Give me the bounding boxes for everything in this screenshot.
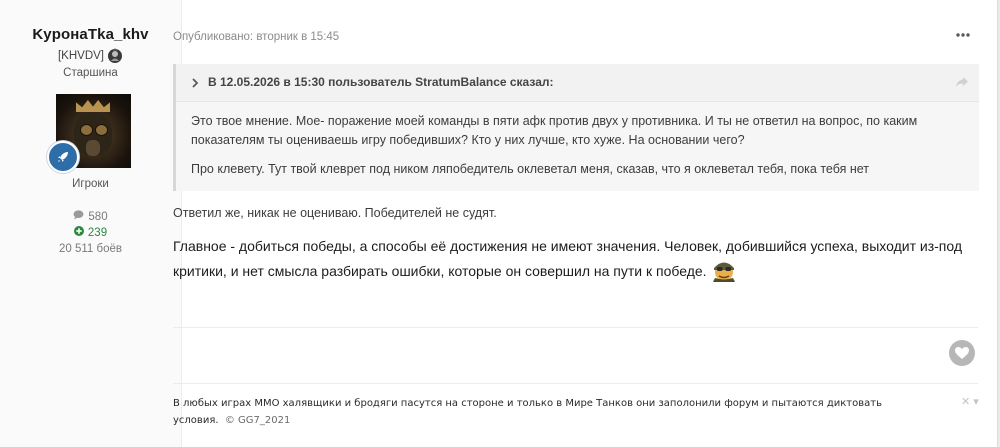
quote-block: В 12.05.2026 в 15:30 пользователь Stratu…	[173, 64, 979, 191]
signature-divider	[173, 383, 978, 384]
battles-count: 20 511 боёв	[58, 243, 122, 255]
share-icon[interactable]	[954, 74, 970, 90]
post-date[interactable]: Опубликовано: вторник в 15:45	[173, 31, 339, 43]
clan-tag[interactable]: [KHVDV]	[58, 50, 104, 62]
reputation: 239	[0, 226, 181, 239]
signature-author: © GG7_2021	[224, 415, 291, 426]
heart-icon[interactable]	[949, 340, 975, 366]
chevron-right-icon[interactable]	[190, 76, 200, 88]
ellipsis-icon[interactable]	[953, 27, 973, 43]
author-rank: Старшина	[63, 67, 118, 79]
tanker-emoji-icon	[711, 258, 737, 282]
forum-post: KypoнaTka_khv [KHVDV] Старшина Игроки 58…	[0, 0, 998, 447]
quote-header: В 12.05.2026 в 15:30 пользователь Stratu…	[176, 64, 979, 102]
signature-close-icon[interactable]: ✕ ▾	[961, 395, 979, 408]
post-divider	[173, 327, 978, 328]
author-group: Игроки	[72, 178, 109, 190]
reputation-value: 239	[87, 226, 108, 239]
quote-paragraph: Это твое мнение. Мое- поражение моей ком…	[191, 114, 918, 147]
speech-bubble-icon	[73, 210, 84, 223]
author-name[interactable]: KypoнaTka_khv	[0, 26, 181, 43]
signature: В любых играх ММО халявщики и бродяги па…	[173, 395, 913, 429]
quote-citation[interactable]: В 12.05.2026 в 15:30 пользователь Stratu…	[208, 75, 553, 89]
post-text-main: Главное - добиться победы, а способы её …	[173, 234, 978, 283]
author-panel: KypoнaTka_khv [KHVDV] Старшина Игроки 58…	[0, 0, 182, 447]
quote-paragraph: Про клевету. Тут твой клеврет под ником …	[191, 162, 870, 176]
posts-count: 580	[0, 210, 181, 223]
clan-emblem-icon[interactable]	[107, 47, 123, 65]
plus-circle-icon	[73, 226, 84, 239]
clan-row: [KHVDV]	[0, 47, 181, 65]
post-text-line: Ответил же, никак не оцениваю. Победител…	[173, 206, 497, 220]
rocket-icon	[47, 141, 79, 173]
post-text-main-content: Главное - добиться победы, а способы её …	[173, 238, 963, 279]
posts-count-value: 580	[88, 210, 108, 223]
